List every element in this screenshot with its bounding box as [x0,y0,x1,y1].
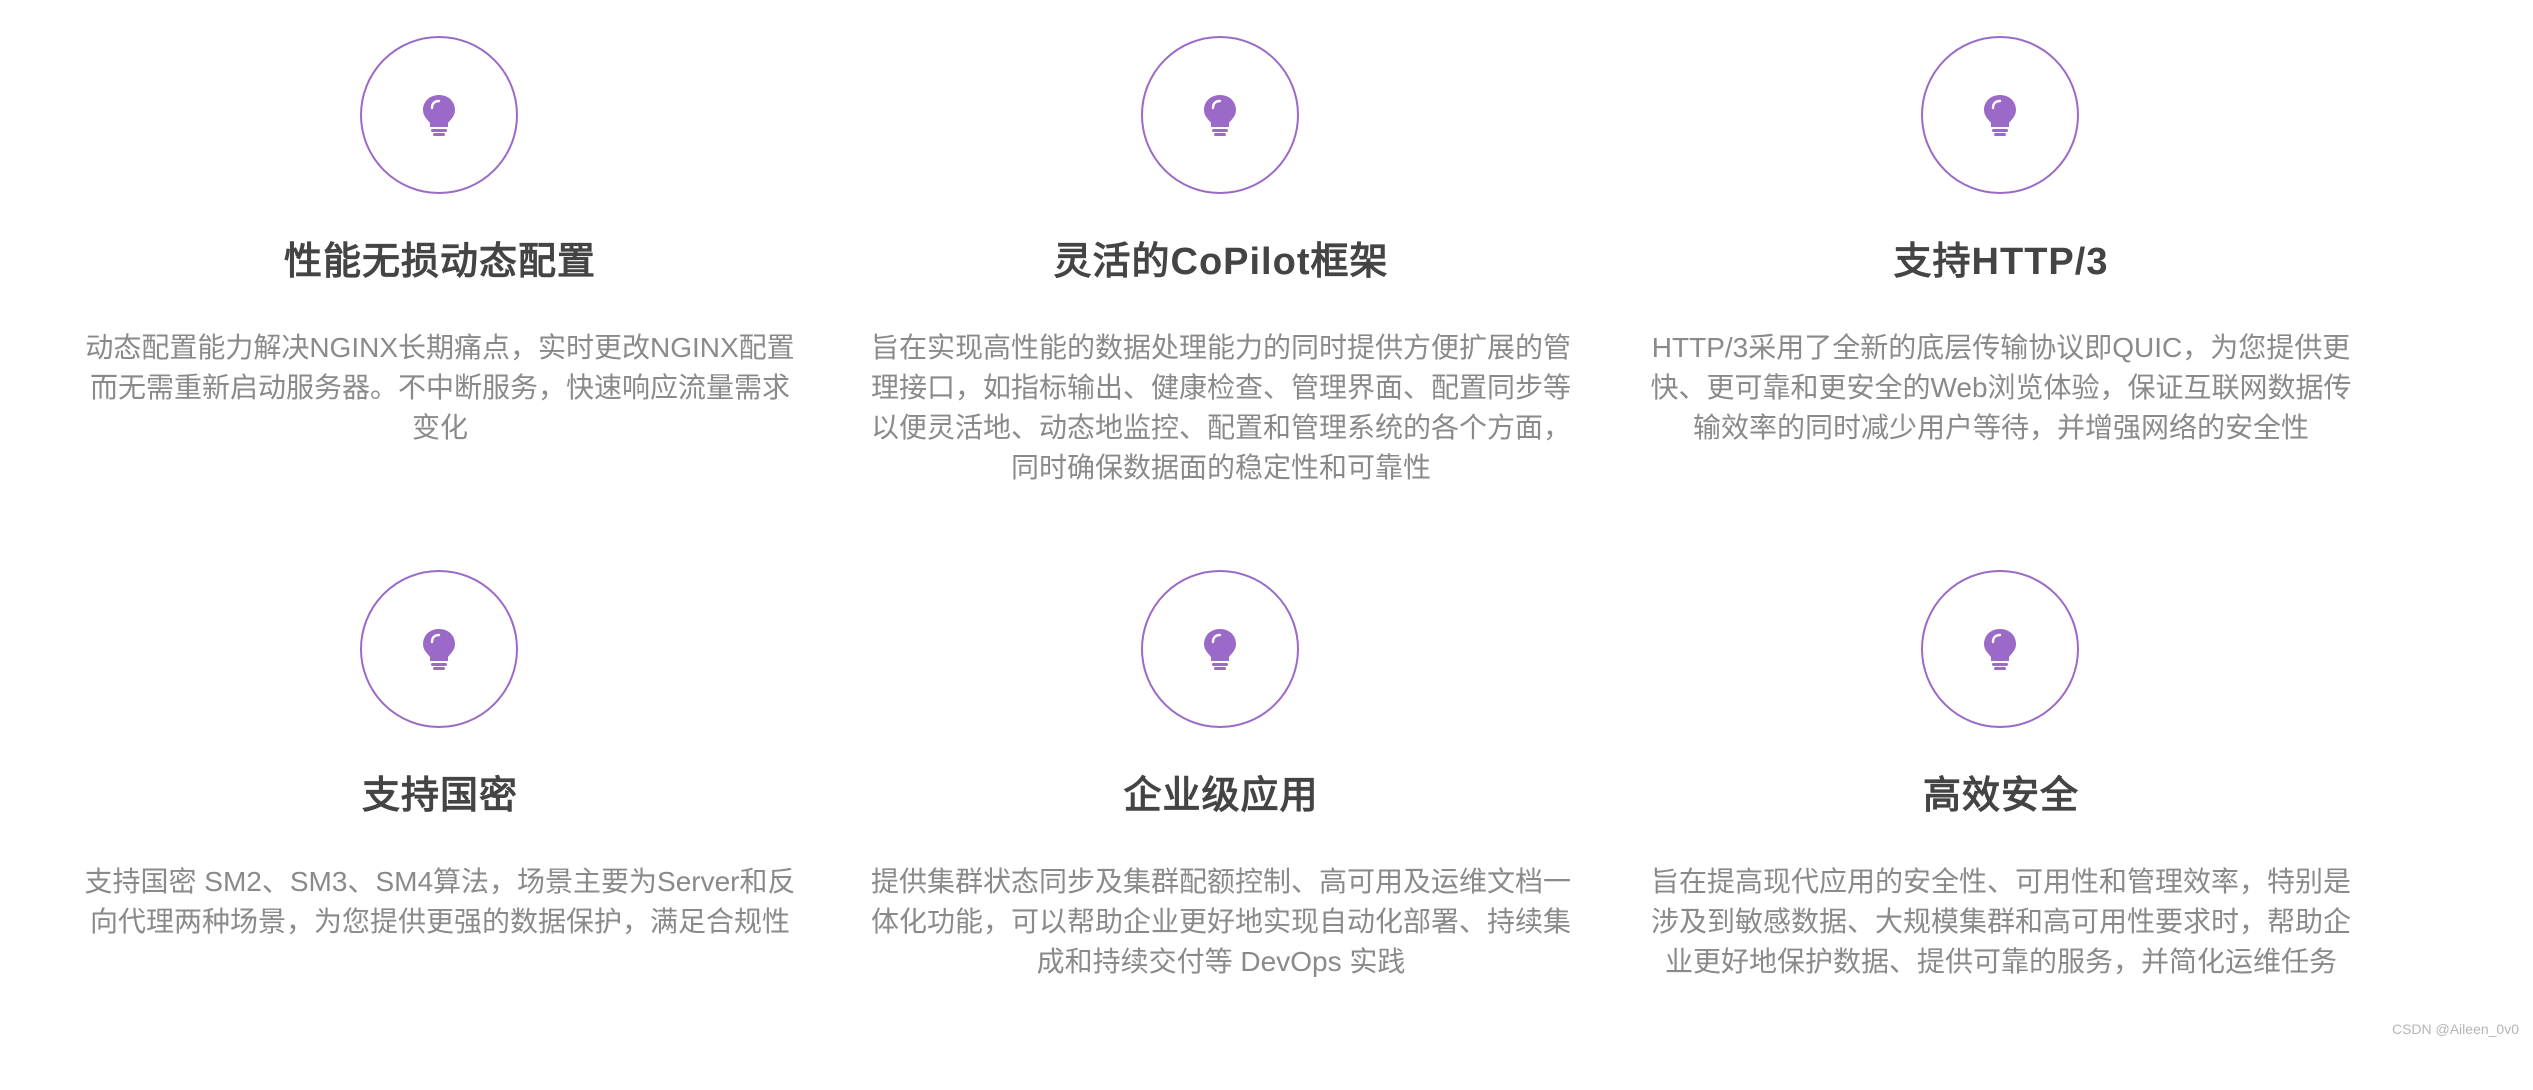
feature-icon-circle [360,570,518,728]
lightbulb-icon [1984,95,2016,136]
feature-icon-circle [1141,570,1299,728]
feature-description-line: 业更好地保护数据、提供可靠的服务，并简化运维任务 [1664,946,2337,977]
feature-description-line: 支持国密 SM2、SM3、SM4算法，场景主要为Server和反 [84,866,796,897]
feature-card-dynamic-config: 性能无损动态配置 动态配置能力解决NGINX长期痛点，实时更改NGINX配置 而… [80,36,800,556]
lightbulb-icon [423,629,455,670]
feature-icon-circle [360,36,518,194]
feature-description-line: 成和持续交付等 DevOps 实践 [1036,946,1406,977]
feature-description: 旨在实现高性能的数据处理能力的同时提供方便扩展的管 理接口，如指标输出、健康检查… [861,328,1581,488]
feature-title: 支持HTTP/3 [1893,241,2109,283]
feature-grid: 性能无损动态配置 动态配置能力解决NGINX长期痛点，实时更改NGINX配置 而… [0,0,2533,1047]
feature-title: 支持国密 [361,775,518,817]
feature-description-line: 向代理两种场景，为您提供更强的数据保护，满足合规性 [89,906,790,937]
feature-description-line: 同时确保数据面的稳定性和可靠性 [1010,452,1431,483]
lightbulb-icon [1204,95,1236,136]
feature-description-line: 变化 [411,412,468,443]
feature-card-enterprise: 企业级应用 提供集群状态同步及集群配额控制、高可用及运维文档一 体化功能，可以帮… [861,570,1581,1090]
feature-description-line: 旨在实现高性能的数据处理能力的同时提供方便扩展的管 [870,332,1571,363]
feature-description-line: 而无需重新启动服务器。不中断服务，快速响应流量需求 [89,372,790,403]
feature-title: 企业级应用 [1123,775,1319,817]
feature-card-http3: 支持HTTP/3 HTTP/3采用了全新的底层传输协议即QUIC，为您提供更 快… [1641,36,2361,556]
feature-icon-circle [1921,36,2079,194]
feature-icon-circle [1921,570,2079,728]
feature-description-line: 以便灵活地、动态地监控、配置和管理系统的各个方面， [870,412,1571,443]
feature-description: 旨在提高现代应用的安全性、可用性和管理效率，特别是 涉及到敏感数据、大规模集群和… [1641,862,2361,982]
feature-description: HTTP/3采用了全新的底层传输协议即QUIC，为您提供更 快、更可靠和更安全的… [1641,328,2361,448]
feature-title: 高效安全 [1922,775,2079,817]
feature-description: 动态配置能力解决NGINX长期痛点，实时更改NGINX配置 而无需重新启动服务器… [80,328,800,448]
feature-card-copilot: 灵活的CoPilot框架 旨在实现高性能的数据处理能力的同时提供方便扩展的管 理… [861,36,1581,556]
feature-title: 性能无损动态配置 [283,241,596,283]
feature-icon-circle [1141,36,1299,194]
feature-description: 支持国密 SM2、SM3、SM4算法，场景主要为Server和反 向代理两种场景… [80,862,800,942]
feature-description-line: 快、更可靠和更安全的Web浏览体验，保证互联网数据传 [1650,372,2352,403]
feature-title: 灵活的CoPilot框架 [1053,241,1389,283]
feature-description-line: 体化功能，可以帮助企业更好地实现自动化部署、持续集 [870,906,1571,937]
lightbulb-icon [1984,629,2016,670]
feature-description-line: 旨在提高现代应用的安全性、可用性和管理效率，特别是 [1650,866,2351,897]
watermark: CSDN @Aileen_0v0 [2391,1021,2519,1037]
feature-description-line: 动态配置能力解决NGINX长期痛点，实时更改NGINX配置 [85,332,795,363]
feature-description-line: 输效率的同时减少用户等待，并增强网络的安全性 [1692,412,2309,443]
feature-description-line: 理接口，如指标输出、健康检查、管理界面、配置同步等 [870,372,1571,403]
feature-description-line: HTTP/3采用了全新的底层传输协议即QUIC，为您提供更 [1651,332,2351,363]
feature-description-line: 涉及到敏感数据、大规模集群和高可用性要求时，帮助企 [1650,906,2351,937]
feature-description-line: 提供集群状态同步及集群配额控制、高可用及运维文档一 [870,866,1571,897]
feature-description: 提供集群状态同步及集群配额控制、高可用及运维文档一 体化功能，可以帮助企业更好地… [861,862,1581,982]
feature-card-security: 高效安全 旨在提高现代应用的安全性、可用性和管理效率，特别是 涉及到敏感数据、大… [1641,570,2361,1090]
feature-card-guomi: 支持国密 支持国密 SM2、SM3、SM4算法，场景主要为Server和反 向代… [80,570,800,1090]
lightbulb-icon [1204,629,1236,670]
lightbulb-icon [423,95,455,136]
